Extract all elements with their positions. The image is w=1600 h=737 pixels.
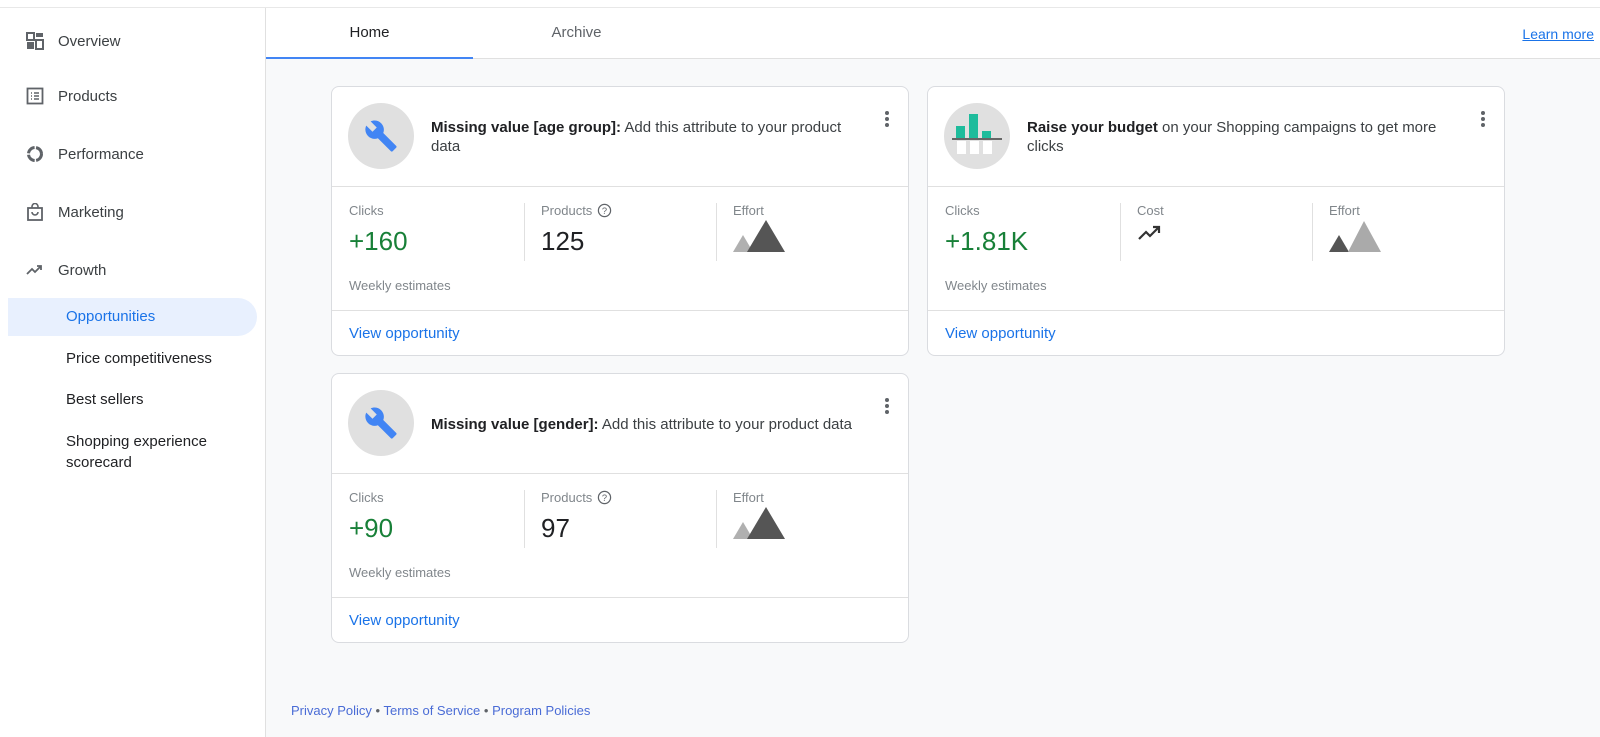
budget-chart-icon (944, 103, 1010, 169)
svg-text:?: ? (602, 493, 607, 503)
card-title: Missing value [gender]: Add this attribu… (431, 416, 853, 433)
help-icon[interactable]: ? (597, 490, 612, 505)
sidebar-item-label: Products (58, 87, 118, 105)
learn-more-link[interactable]: Learn more (1522, 26, 1594, 42)
trending-up-icon (1138, 225, 1161, 240)
sidebar-item-overview[interactable]: Overview (26, 32, 121, 50)
tab-home[interactable]: Home (266, 8, 473, 59)
sidebar-item-marketing[interactable]: Marketing (26, 203, 124, 221)
shopping-bag-icon (27, 203, 43, 221)
sidebar-item-growth[interactable]: Growth (26, 261, 106, 279)
sidebar-item-best-sellers[interactable]: Best sellers (8, 389, 257, 410)
list-icon (26, 87, 44, 105)
wrench-icon (348, 390, 414, 456)
metric-effort: Effort (733, 203, 787, 263)
weekly-estimates-label: Weekly estimates (349, 565, 451, 580)
sidebar-item-price-competitiveness[interactable]: Price competitiveness (8, 348, 257, 369)
card-header: Missing value [gender]: Add this attribu… (332, 374, 908, 474)
card-title: Raise your budget on your Shopping campa… (1027, 119, 1437, 155)
sidebar-item-label: Overview (58, 32, 121, 50)
metric-cost: Cost (1137, 203, 1164, 263)
effort-high-icon (733, 220, 785, 252)
opportunity-card-gender: Missing value [gender]: Add this attribu… (331, 373, 909, 643)
metric-clicks: Clicks +1.81K (945, 203, 1029, 256)
weekly-estimates-label: Weekly estimates (349, 278, 451, 293)
metric-effort: Effort (733, 490, 787, 550)
products-value: 125 (541, 226, 585, 256)
trending-up-icon (26, 265, 42, 275)
view-opportunity-link[interactable]: View opportunity (349, 325, 460, 342)
sidebar-item-performance[interactable]: Performance (26, 145, 144, 163)
program-policies-link[interactable]: Program Policies (492, 703, 590, 718)
main-content: Home Archive Learn more Missing value [a… (266, 8, 1600, 737)
opportunity-card-age-group: Missing value [age group]: Add this attr… (331, 86, 909, 356)
card-header: Missing value [age group]: Add this attr… (332, 87, 908, 187)
sidebar-item-label: Growth (58, 261, 107, 279)
clicks-value: +1.81K (945, 226, 1029, 256)
metric-clicks: Clicks +160 (349, 203, 408, 256)
wrench-icon (348, 103, 414, 169)
weekly-estimates-label: Weekly estimates (945, 278, 1047, 293)
card-header: Raise your budget on your Shopping campa… (928, 87, 1504, 187)
more-options-icon[interactable] (884, 111, 890, 129)
svg-text:?: ? (602, 206, 607, 216)
more-options-icon[interactable] (1480, 111, 1486, 129)
view-opportunity-link[interactable]: View opportunity (349, 612, 460, 629)
effort-high-icon (733, 507, 785, 539)
more-options-icon[interactable] (884, 398, 890, 416)
sidebar-item-opportunities[interactable]: Opportunities (8, 298, 257, 336)
donut-chart-icon (27, 146, 43, 162)
sidebar-item-shopping-experience-scorecard[interactable]: Shopping experience scorecard (8, 431, 257, 473)
dashboard-icon (26, 32, 44, 50)
terms-of-service-link[interactable]: Terms of Service (383, 703, 480, 718)
metric-products: Products? 97 (541, 490, 612, 550)
metric-effort: Effort (1329, 203, 1383, 263)
opportunity-card-raise-budget: Raise your budget on your Shopping campa… (927, 86, 1505, 356)
sidebar-item-label: Marketing (58, 203, 124, 221)
effort-low-icon (1329, 221, 1381, 252)
privacy-policy-link[interactable]: Privacy Policy (291, 703, 372, 718)
sidebar: Overview Products Performance Marketing … (0, 8, 266, 737)
metric-products: Products? 125 (541, 203, 612, 263)
tab-archive[interactable]: Archive (473, 8, 680, 59)
products-value: 97 (541, 513, 570, 543)
view-opportunity-link[interactable]: View opportunity (945, 325, 1056, 342)
sidebar-item-products[interactable]: Products (26, 87, 117, 105)
clicks-value: +90 (349, 513, 394, 543)
card-title: Missing value [age group]: Add this attr… (431, 119, 842, 155)
clicks-value: +160 (349, 226, 408, 256)
help-icon[interactable]: ? (597, 203, 612, 218)
sidebar-item-label: Performance (58, 145, 144, 163)
footer-links: Privacy Policy • Terms of Service • Prog… (291, 703, 591, 718)
tab-bar: Home Archive Learn more (266, 8, 1600, 59)
metric-clicks: Clicks +90 (349, 490, 394, 543)
